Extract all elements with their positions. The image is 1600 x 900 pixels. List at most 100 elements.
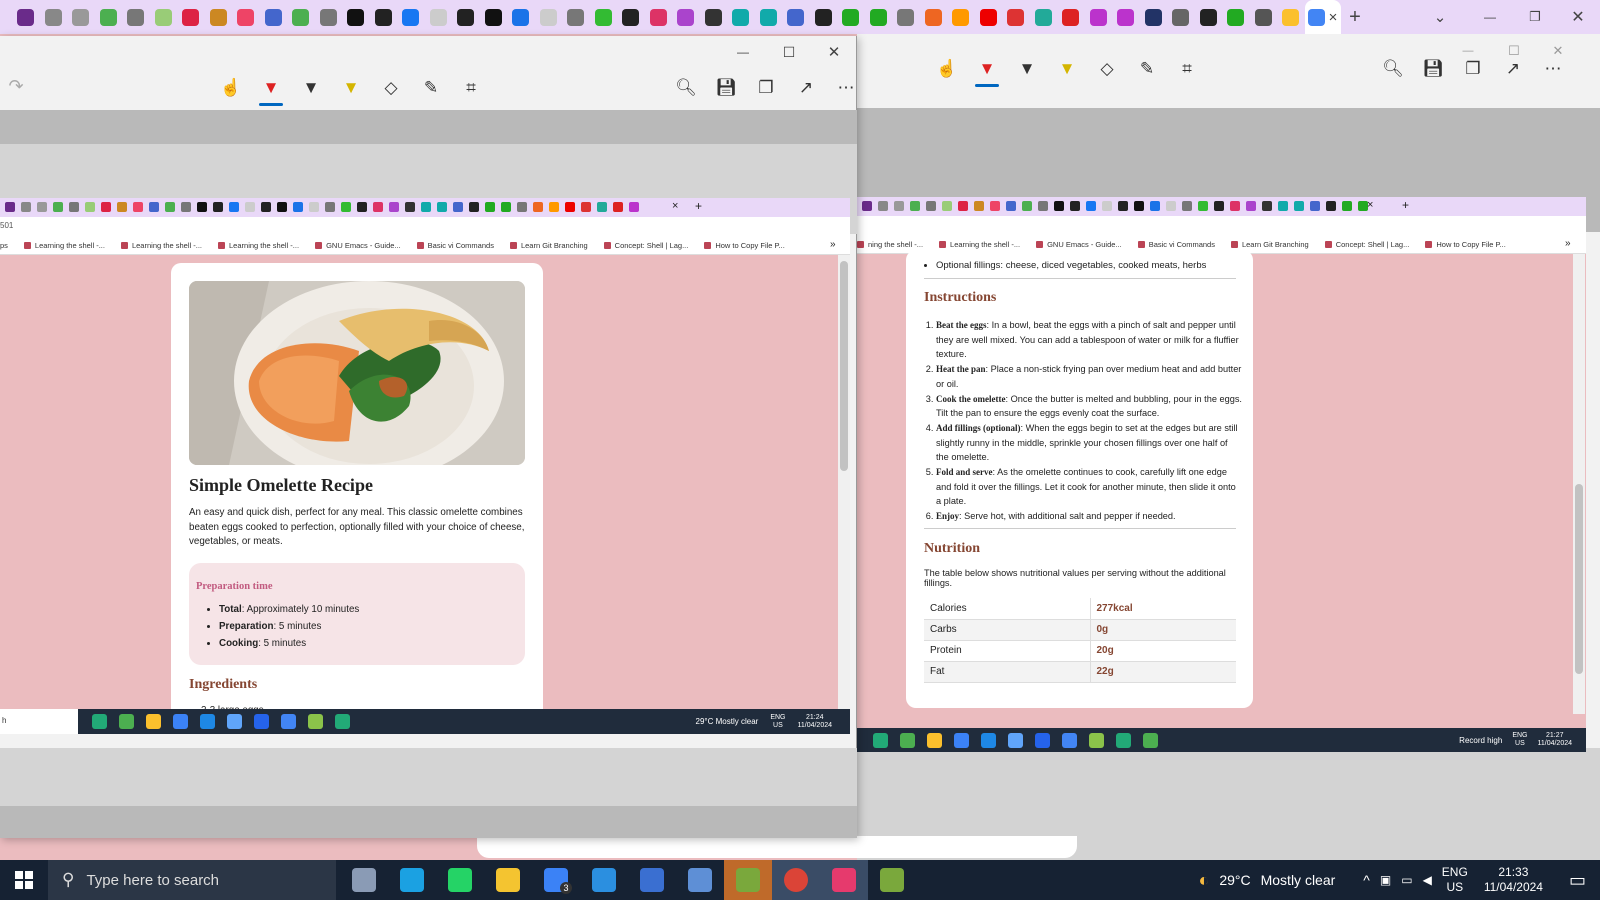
browser-tab[interactable]: [645, 0, 673, 34]
taskbar-app-button[interactable]: [868, 860, 916, 900]
browser-tab[interactable]: [425, 0, 453, 34]
browser-tab[interactable]: [12, 0, 40, 34]
taskbar-app-button[interactable]: [436, 860, 484, 900]
browser-tab[interactable]: [1112, 0, 1140, 34]
minimize-button[interactable]: —: [1453, 34, 1483, 68]
browser-tab[interactable]: [150, 0, 178, 34]
browser-tab[interactable]: [590, 0, 618, 34]
browser-tab[interactable]: [205, 0, 233, 34]
copy-button[interactable]: ❐: [746, 68, 786, 108]
maximize-button[interactable]: ☐: [1499, 34, 1529, 68]
browser-tab[interactable]: [232, 0, 260, 34]
eraser-button[interactable]: ◇: [371, 68, 411, 108]
taskbar-app-button[interactable]: 3: [532, 860, 580, 900]
maximize-button[interactable]: ☐: [772, 36, 806, 68]
browser-tab[interactable]: [40, 0, 68, 34]
start-button[interactable]: [0, 860, 48, 900]
tab-search-button[interactable]: ⌄: [1425, 0, 1455, 34]
browser-tab[interactable]: [1140, 0, 1168, 34]
browser-tab[interactable]: [700, 0, 728, 34]
touch-writing-button[interactable]: ☝: [211, 68, 251, 108]
close-button[interactable]: ✕: [1543, 34, 1573, 68]
browser-tab[interactable]: [1057, 0, 1085, 34]
window-minimize-button[interactable]: —: [1470, 0, 1510, 34]
redo-button[interactable]: ↷: [4, 72, 28, 100]
taskbar-app-button[interactable]: [820, 860, 868, 900]
browser-tab[interactable]: [892, 0, 920, 34]
browser-tab[interactable]: [342, 0, 370, 34]
zoom-button[interactable]: 🔍︎: [1373, 49, 1413, 89]
browser-tab[interactable]: [287, 0, 315, 34]
share-button[interactable]: ↗: [786, 68, 826, 108]
taskbar-app-button[interactable]: [340, 860, 388, 900]
taskbar-search-box[interactable]: ⚲ Type here to search: [48, 860, 336, 900]
browser-tab[interactable]: [370, 0, 398, 34]
browser-tab[interactable]: [617, 0, 645, 34]
save-button[interactable]: 💾︎: [706, 68, 746, 108]
pencil-button[interactable]: ▼: [1007, 49, 1047, 89]
touch-writing-button[interactable]: ☝: [927, 49, 967, 89]
crop-button[interactable]: ⌗: [1167, 49, 1207, 89]
taskbar-app-button[interactable]: [580, 860, 628, 900]
browser-tab[interactable]: [535, 0, 563, 34]
browser-tab[interactable]: [122, 0, 150, 34]
highlighter-button[interactable]: ▼: [331, 68, 371, 108]
browser-tab[interactable]: [67, 0, 95, 34]
new-tab-button[interactable]: +: [1340, 0, 1370, 34]
meet-icon[interactable]: ▣: [1380, 873, 1391, 887]
browser-tab[interactable]: [1195, 0, 1223, 34]
taskbar-app-button[interactable]: [484, 860, 532, 900]
browser-tab[interactable]: [1250, 0, 1278, 34]
notification-icon[interactable]: ▭: [1569, 870, 1586, 891]
tab-close-icon[interactable]: ×: [1329, 9, 1338, 26]
highlighter-button[interactable]: ▼: [1047, 49, 1087, 89]
browser-tab[interactable]: [260, 0, 288, 34]
ballpoint-pen-button[interactable]: ▼: [251, 68, 291, 108]
more-button[interactable]: ⋯: [826, 68, 866, 108]
browser-tab[interactable]: [947, 0, 975, 34]
browser-tab[interactable]: [782, 0, 810, 34]
browser-tab[interactable]: [1277, 0, 1305, 34]
taskbar-app-button[interactable]: [676, 860, 724, 900]
close-button[interactable]: ✕: [817, 36, 851, 68]
browser-tab[interactable]: [452, 0, 480, 34]
browser-tab-active[interactable]: ×: [1304, 0, 1341, 34]
zoom-button[interactable]: 🔍︎: [666, 68, 706, 108]
browser-tab[interactable]: [1085, 0, 1113, 34]
browser-tab[interactable]: [920, 0, 948, 34]
ruler-button[interactable]: ✎: [411, 68, 451, 108]
pencil-button[interactable]: ▼: [291, 68, 331, 108]
minimize-button[interactable]: —: [726, 36, 760, 68]
language-indicator[interactable]: ENG US: [1442, 865, 1468, 895]
volume-icon[interactable]: ◀: [1423, 873, 1432, 887]
browser-tab[interactable]: [315, 0, 343, 34]
weather-text[interactable]: Mostly clear: [1261, 872, 1336, 888]
browser-tab[interactable]: [755, 0, 783, 34]
network-icon[interactable]: ▭: [1401, 873, 1412, 887]
window-close-button[interactable]: ✕: [1558, 0, 1598, 34]
browser-tab[interactable]: [1222, 0, 1250, 34]
browser-tab[interactable]: [562, 0, 590, 34]
browser-tab[interactable]: [672, 0, 700, 34]
crop-button[interactable]: ⌗: [451, 68, 491, 108]
save-button[interactable]: 💾︎: [1413, 49, 1453, 89]
browser-tab[interactable]: [177, 0, 205, 34]
taskbar-app-button[interactable]: [388, 860, 436, 900]
browser-tab[interactable]: [975, 0, 1003, 34]
browser-tab[interactable]: [865, 0, 893, 34]
browser-tab[interactable]: [507, 0, 535, 34]
eraser-button[interactable]: ◇: [1087, 49, 1127, 89]
browser-tab[interactable]: [480, 0, 508, 34]
browser-tab[interactable]: [810, 0, 838, 34]
taskbar-app-button[interactable]: [628, 860, 676, 900]
browser-tab[interactable]: [95, 0, 123, 34]
browser-tab[interactable]: [727, 0, 755, 34]
ballpoint-pen-button[interactable]: ▼: [967, 49, 1007, 89]
window-restore-button[interactable]: ❐: [1515, 0, 1555, 34]
browser-tab[interactable]: [837, 0, 865, 34]
weather-temp[interactable]: 29°C: [1219, 872, 1250, 888]
ruler-button[interactable]: ✎: [1127, 49, 1167, 89]
browser-tab[interactable]: [1030, 0, 1058, 34]
browser-tab[interactable]: [397, 0, 425, 34]
browser-tab[interactable]: [1167, 0, 1195, 34]
